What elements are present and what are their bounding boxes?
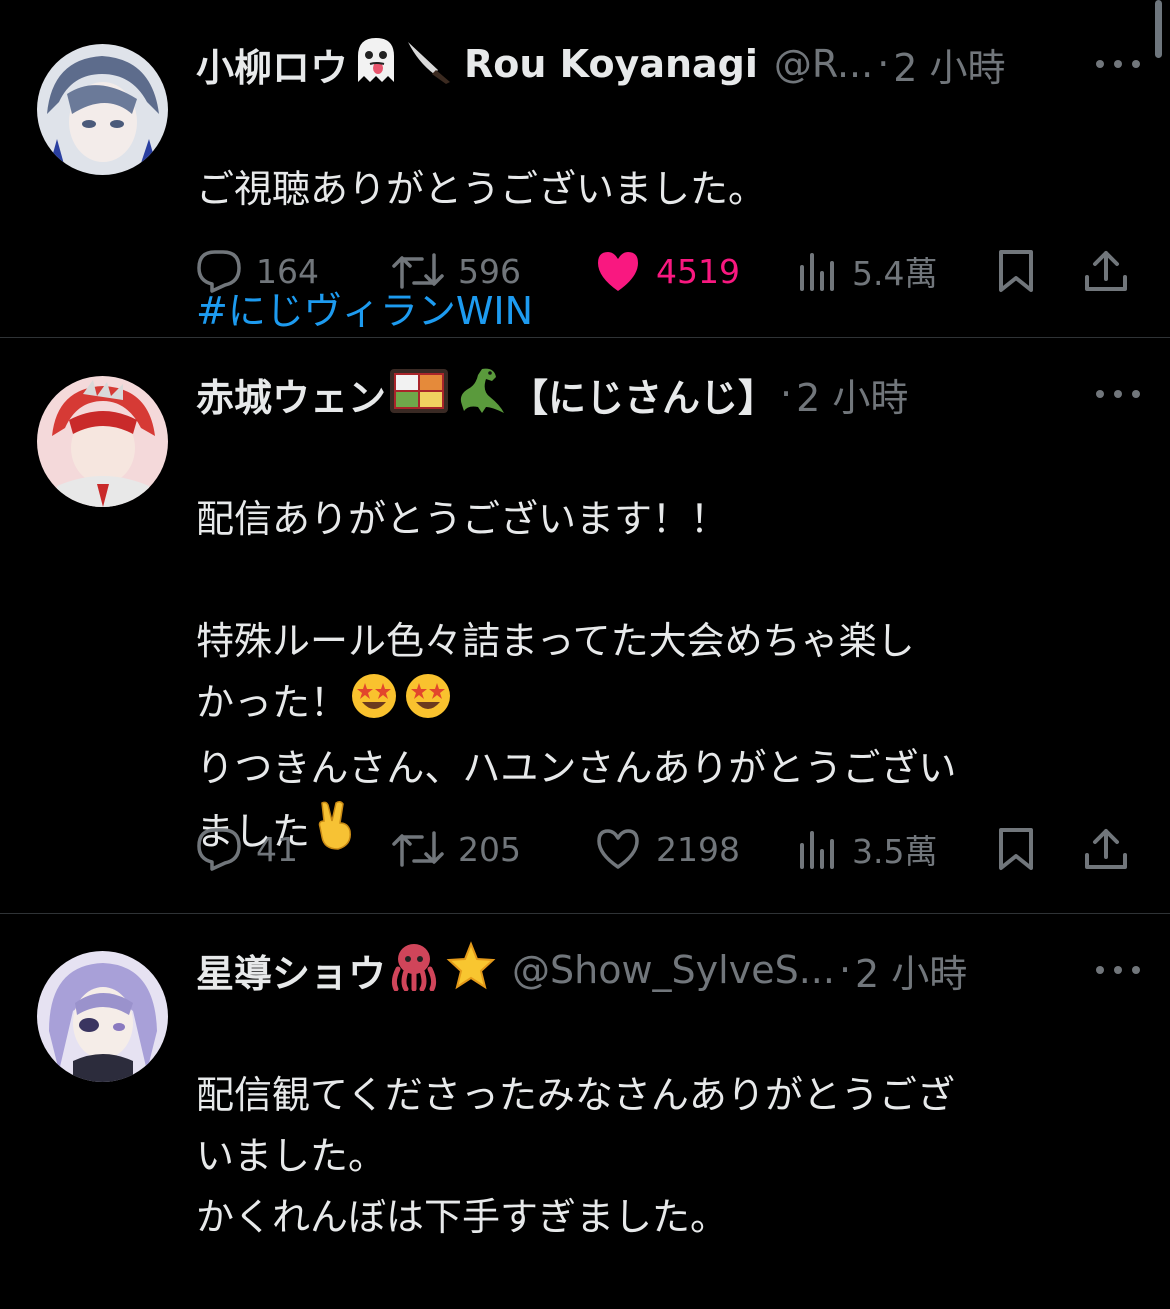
separator: · [838,948,852,992]
retweet-count: 205 [458,829,521,869]
tweet-header: 星導ショウ @Show_SylveS... · 2 小時 [196,940,967,1000]
retweet-button[interactable]: 205 [392,824,521,874]
octopus-icon [388,941,440,1000]
timestamp[interactable]: 2 小時 [893,37,1005,92]
tweet-header: 赤城ウェン 【にじさんじ】 · 2 小時 [196,364,908,424]
star-struck-emoji-icon [404,672,452,738]
star-struck-emoji-icon [350,672,398,738]
more-options-icon[interactable] [1096,960,1140,980]
retweet-icon [392,253,444,289]
tweet[interactable]: 星導ショウ @Show_SylveS... · 2 小時 配信観てくださったみな… [0,914,1170,1239]
retweet-button[interactable]: 596 [392,246,521,296]
views-button[interactable]: 3.5萬 [798,824,937,874]
user-handle[interactable]: @R... [774,42,873,86]
bookmark-icon [999,250,1033,292]
separator: · [877,42,890,86]
user-handle[interactable]: @Show_SylveS... [512,948,835,992]
action-bar: 164 596 4519 5.4萬 [196,246,1136,296]
bookmark-button[interactable] [998,824,1034,874]
more-options-icon[interactable] [1096,384,1140,404]
tweet-text-line: 配信ありがとうございます！！ 特殊ルール色々詰まってた大会めちゃ楽し かった！ [196,497,915,725]
retweet-count: 596 [458,251,521,291]
reply-icon [197,828,241,871]
timestamp[interactable]: 2 小時 [855,943,967,998]
share-icon [1085,251,1127,291]
heart-outline-icon [597,829,639,869]
view-count: 3.5萬 [852,832,938,871]
separator: · [780,372,793,416]
display-name-suffix[interactable]: Rou Koyanagi [464,42,758,86]
bookmark-icon [999,828,1033,870]
share-button[interactable] [1084,824,1128,874]
tweet-header: 小柳ロウ Rou Koyanagi @R... · 2 小時 [196,34,1006,94]
like-button[interactable]: 2198 [594,824,740,874]
reply-icon [197,250,241,293]
star-icon [446,940,496,1000]
like-count: 2198 [656,829,740,869]
reply-button[interactable]: 164 [196,246,319,296]
tweet-text: 配信観てくださったみなさんありがとうござ いました。 かくれんぼは下手すぎました… [196,1004,1126,1309]
view-count: 5.4萬 [852,254,938,293]
display-name[interactable]: 星導ショウ [196,943,386,998]
tweet-text-line: ご視聴ありがとうございました。 [196,167,767,211]
bento-icon [388,365,450,424]
avatar[interactable] [37,44,168,175]
avatar[interactable] [37,376,168,507]
avatar[interactable] [37,951,168,1082]
tweet[interactable]: 赤城ウェン 【にじさんじ】 · 2 小時 配信ありがとうございます！！ 特殊ルー… [0,338,1170,913]
display-name[interactable]: 小柳ロウ [196,37,348,92]
bookmark-button[interactable] [998,246,1034,296]
reply-count: 164 [256,251,319,291]
like-count: 4519 [656,251,740,291]
timestamp[interactable]: 2 小時 [796,367,908,422]
reply-button[interactable]: 41 [196,824,298,874]
retweet-icon [392,831,444,867]
display-name-suffix[interactable]: 【にじさんじ】 [510,367,776,422]
ghost-face-icon [350,36,402,93]
views-icon [800,831,834,869]
share-button[interactable] [1084,246,1128,296]
tweet-text-line: 配信観てくださったみなさんありがとうござ いました。 かくれんぼは下手すぎました… [196,1073,955,1239]
heart-filled-icon [598,252,638,291]
display-name[interactable]: 赤城ウェン [196,367,386,422]
tweet[interactable]: 小柳ロウ Rou Koyanagi @R... · 2 小時 ご視聴ありがとうご… [0,0,1170,337]
action-bar: 41 205 2198 3.5萬 [196,824,1136,874]
views-button[interactable]: 5.4萬 [798,246,937,296]
reply-count: 41 [256,829,298,869]
knife-icon [404,36,456,93]
more-options-icon[interactable] [1096,54,1140,74]
share-icon [1085,829,1127,869]
views-icon [800,253,834,291]
dinosaur-icon [452,365,506,424]
like-button[interactable]: 4519 [594,246,740,296]
